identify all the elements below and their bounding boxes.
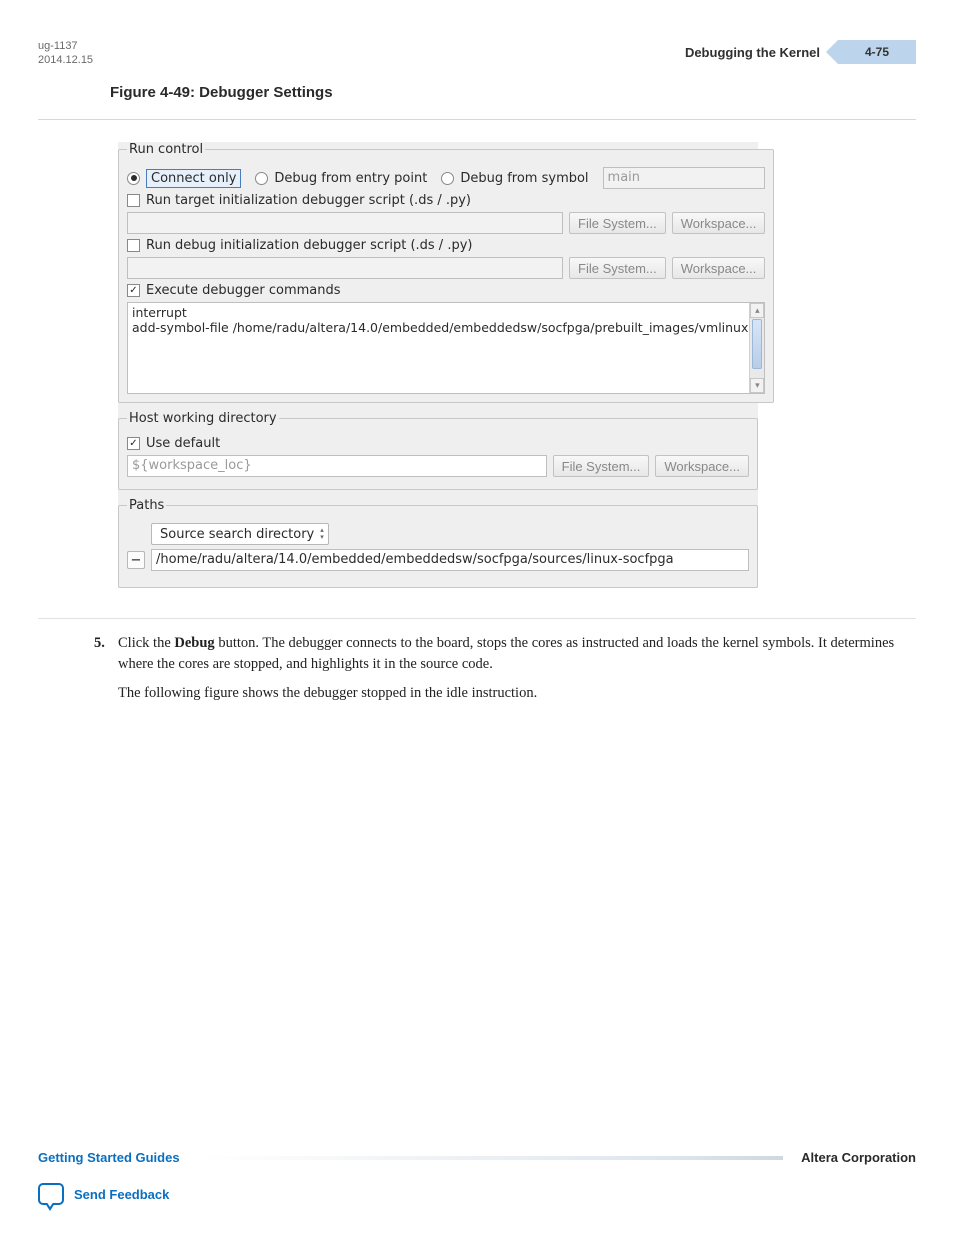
debug-init-path-input[interactable] xyxy=(127,257,563,279)
debugger-settings-screenshot: Run control Connect only Debug from entr… xyxy=(118,142,758,588)
step-number: 5. xyxy=(94,633,116,654)
radio-empty-icon xyxy=(255,172,268,185)
stepper-icon: ▴▾ xyxy=(320,527,324,541)
doc-code: ug-1137 xyxy=(38,40,93,54)
step-text-line2: The following figure shows the debugger … xyxy=(118,683,916,704)
radio-connect-only-label: Connect only xyxy=(146,169,241,188)
chk-exec-cmds-label: Execute debugger commands xyxy=(146,283,341,298)
radio-debug-symbol-label: Debug from symbol xyxy=(460,171,588,186)
step-text-bold: Debug xyxy=(174,635,214,651)
radio-empty-icon xyxy=(441,172,454,185)
radio-debug-entry[interactable]: Debug from entry point xyxy=(255,171,427,186)
debugger-commands-textarea[interactable]: interrupt add-symbol-file /home/radu/alt… xyxy=(127,302,765,394)
radio-selected-icon xyxy=(127,172,140,185)
radio-connect-only[interactable]: Connect only xyxy=(127,169,241,188)
chk-target-init-label: Run target initialization debugger scrip… xyxy=(146,193,471,208)
host-dir-input[interactable]: ${workspace_loc} xyxy=(127,455,547,477)
chk-use-default[interactable]: Use default xyxy=(127,436,220,451)
paths-group: Paths Source search directory ▴▾ − /home… xyxy=(118,498,758,588)
scroll-up-icon[interactable]: ▴ xyxy=(750,303,764,318)
footer-left-link[interactable]: Getting Started Guides xyxy=(38,1150,180,1165)
chk-debug-init[interactable]: Run debug initialization debugger script… xyxy=(127,238,472,253)
page-number: 4-75 xyxy=(865,45,889,59)
radio-debug-entry-label: Debug from entry point xyxy=(274,171,427,186)
filesystem-button[interactable]: File System... xyxy=(569,212,666,234)
checkbox-empty-icon xyxy=(127,239,140,252)
footer-gradient xyxy=(198,1156,784,1160)
remove-path-button[interactable]: − xyxy=(127,551,145,569)
step-text-a: Click the xyxy=(118,635,174,651)
doc-date: 2014.12.15 xyxy=(38,54,93,68)
workspace-button[interactable]: Workspace... xyxy=(672,212,766,234)
page-footer: Getting Started Guides Altera Corporatio… xyxy=(38,1150,916,1205)
debugger-commands-text: interrupt add-symbol-file /home/radu/alt… xyxy=(132,305,748,335)
filesystem-button[interactable]: File System... xyxy=(553,455,650,477)
chk-use-default-label: Use default xyxy=(146,436,220,451)
workspace-button[interactable]: Workspace... xyxy=(655,455,749,477)
figure-title: Figure 4-49: Debugger Settings xyxy=(110,84,916,101)
step-text-b: button. The debugger connects to the boa… xyxy=(118,635,894,672)
chk-target-init[interactable]: Run target initialization debugger scrip… xyxy=(127,193,471,208)
page-header: ug-1137 2014.12.15 Debugging the Kernel … xyxy=(38,40,916,76)
scroll-down-icon[interactable]: ▾ xyxy=(750,378,764,393)
send-feedback-label: Send Feedback xyxy=(74,1187,169,1202)
feedback-bubble-icon xyxy=(38,1183,64,1205)
chk-exec-cmds[interactable]: Execute debugger commands xyxy=(127,283,341,298)
checkbox-checked-icon xyxy=(127,284,140,297)
scroll-thumb[interactable] xyxy=(752,319,762,369)
step-5: 5. Click the Debug button. The debugger … xyxy=(118,633,916,704)
host-dir-legend: Host working directory xyxy=(127,411,279,426)
doc-meta: ug-1137 2014.12.15 xyxy=(38,40,93,68)
run-control-group: Run control Connect only Debug from entr… xyxy=(118,142,774,403)
scrollbar-vertical[interactable]: ▴ ▾ xyxy=(749,303,764,393)
footer-right-text: Altera Corporation xyxy=(801,1150,916,1165)
source-search-combo[interactable]: Source search directory ▴▾ xyxy=(151,523,329,545)
symbol-input[interactable]: main xyxy=(603,167,766,189)
workspace-button[interactable]: Workspace... xyxy=(672,257,766,279)
divider xyxy=(38,119,916,120)
chk-debug-init-label: Run debug initialization debugger script… xyxy=(146,238,472,253)
send-feedback-link[interactable]: Send Feedback xyxy=(38,1183,916,1205)
source-search-combo-label: Source search directory xyxy=(160,527,314,542)
filesystem-button[interactable]: File System... xyxy=(569,257,666,279)
host-dir-group: Host working directory Use default ${wor… xyxy=(118,411,758,490)
section-title: Debugging the Kernel xyxy=(685,45,820,60)
run-control-legend: Run control xyxy=(127,142,205,157)
page-number-tab: 4-75 xyxy=(838,40,916,64)
divider xyxy=(38,618,916,619)
target-init-path-input[interactable] xyxy=(127,212,563,234)
radio-debug-symbol[interactable]: Debug from symbol xyxy=(441,171,588,186)
paths-legend: Paths xyxy=(127,498,166,513)
checkbox-empty-icon xyxy=(127,194,140,207)
path-input[interactable]: /home/radu/altera/14.0/embedded/embedded… xyxy=(151,549,749,571)
checkbox-checked-icon xyxy=(127,437,140,450)
